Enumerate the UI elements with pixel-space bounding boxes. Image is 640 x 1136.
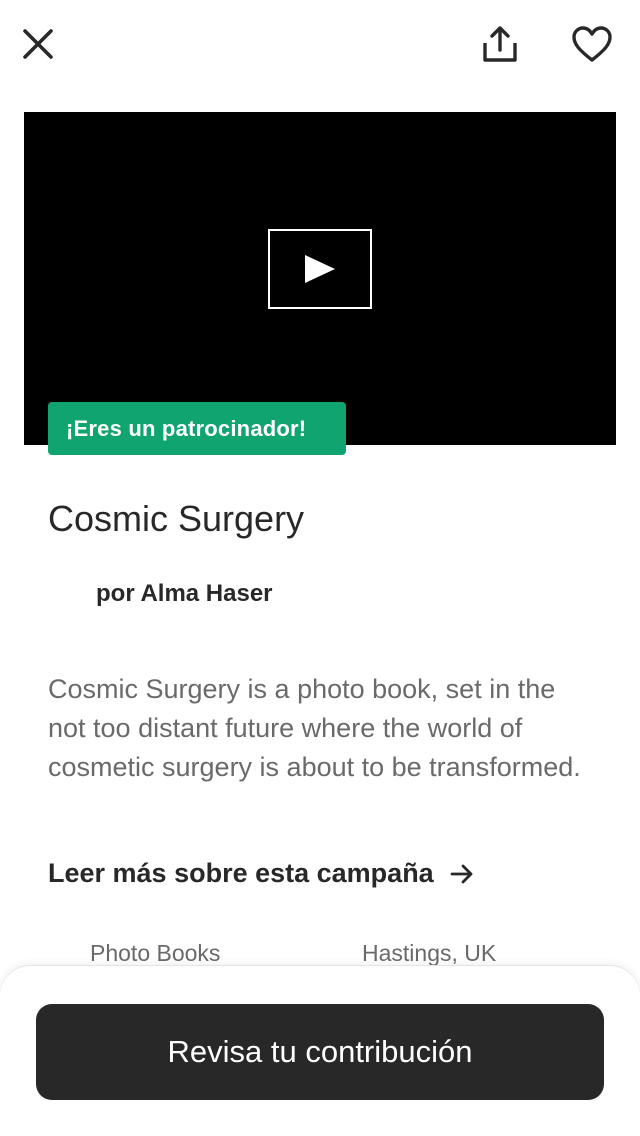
read-more-label: Leer más sobre esta campaña: [48, 858, 434, 888]
close-icon: [23, 29, 53, 59]
project-page-screen: ¡Eres un patrocinador! Cosmic Surgery po…: [0, 0, 640, 1136]
heart-icon: [572, 26, 612, 62]
read-more-link[interactable]: Leer más sobre esta campaña: [48, 858, 474, 889]
project-video[interactable]: [24, 112, 616, 445]
project-creator[interactable]: por Alma Haser: [96, 580, 273, 608]
play-icon: [305, 255, 335, 283]
creator-name: Alma Haser: [140, 580, 273, 607]
share-button[interactable]: [476, 20, 524, 68]
project-category[interactable]: Photo Books: [90, 940, 220, 967]
project-location[interactable]: Hastings, UK: [362, 940, 496, 967]
backer-badge: ¡Eres un patrocinador!: [48, 402, 346, 455]
save-heart-button[interactable]: [568, 20, 616, 68]
review-contribution-label: Revisa tu contribución: [167, 1034, 473, 1069]
close-button[interactable]: [14, 20, 62, 68]
review-contribution-button[interactable]: Revisa tu contribución: [36, 1004, 604, 1100]
project-title: Cosmic Surgery: [48, 498, 305, 539]
project-blurb: Cosmic Surgery is a photo book, set in t…: [48, 674, 581, 782]
share-icon: [483, 26, 517, 62]
play-button[interactable]: [268, 229, 372, 309]
backer-badge-label: ¡Eres un patrocinador!: [66, 415, 307, 441]
arrow-right-icon: [450, 863, 474, 885]
creator-prefix: por: [96, 580, 135, 607]
